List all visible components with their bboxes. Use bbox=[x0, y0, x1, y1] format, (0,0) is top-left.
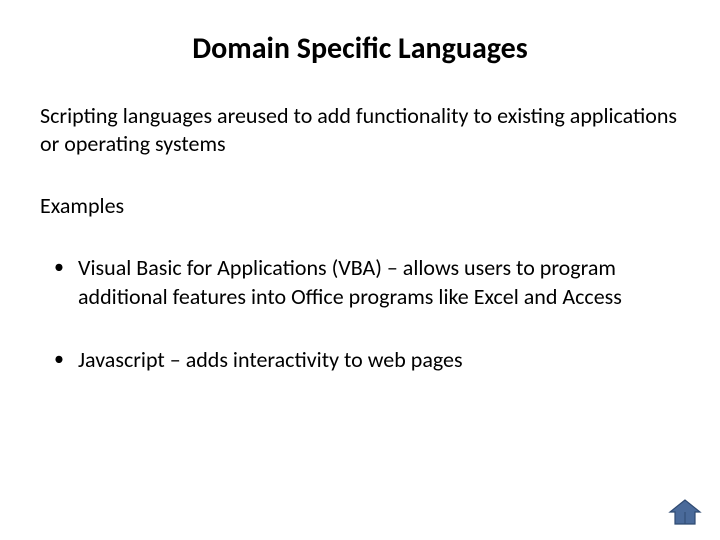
slide-content: Domain Specific Languages Scripting lang… bbox=[0, 0, 720, 430]
home-icon[interactable] bbox=[668, 498, 702, 526]
slide-title: Domain Specific Languages bbox=[40, 30, 680, 67]
examples-heading: Examples bbox=[40, 192, 680, 219]
list-item: Visual Basic for Applications (VBA) – al… bbox=[40, 254, 680, 311]
intro-paragraph: Scripting languages areused to add funct… bbox=[40, 102, 680, 157]
bullet-list: Visual Basic for Applications (VBA) – al… bbox=[40, 254, 680, 375]
list-item: Javascript – adds interactivity to web p… bbox=[40, 346, 680, 375]
